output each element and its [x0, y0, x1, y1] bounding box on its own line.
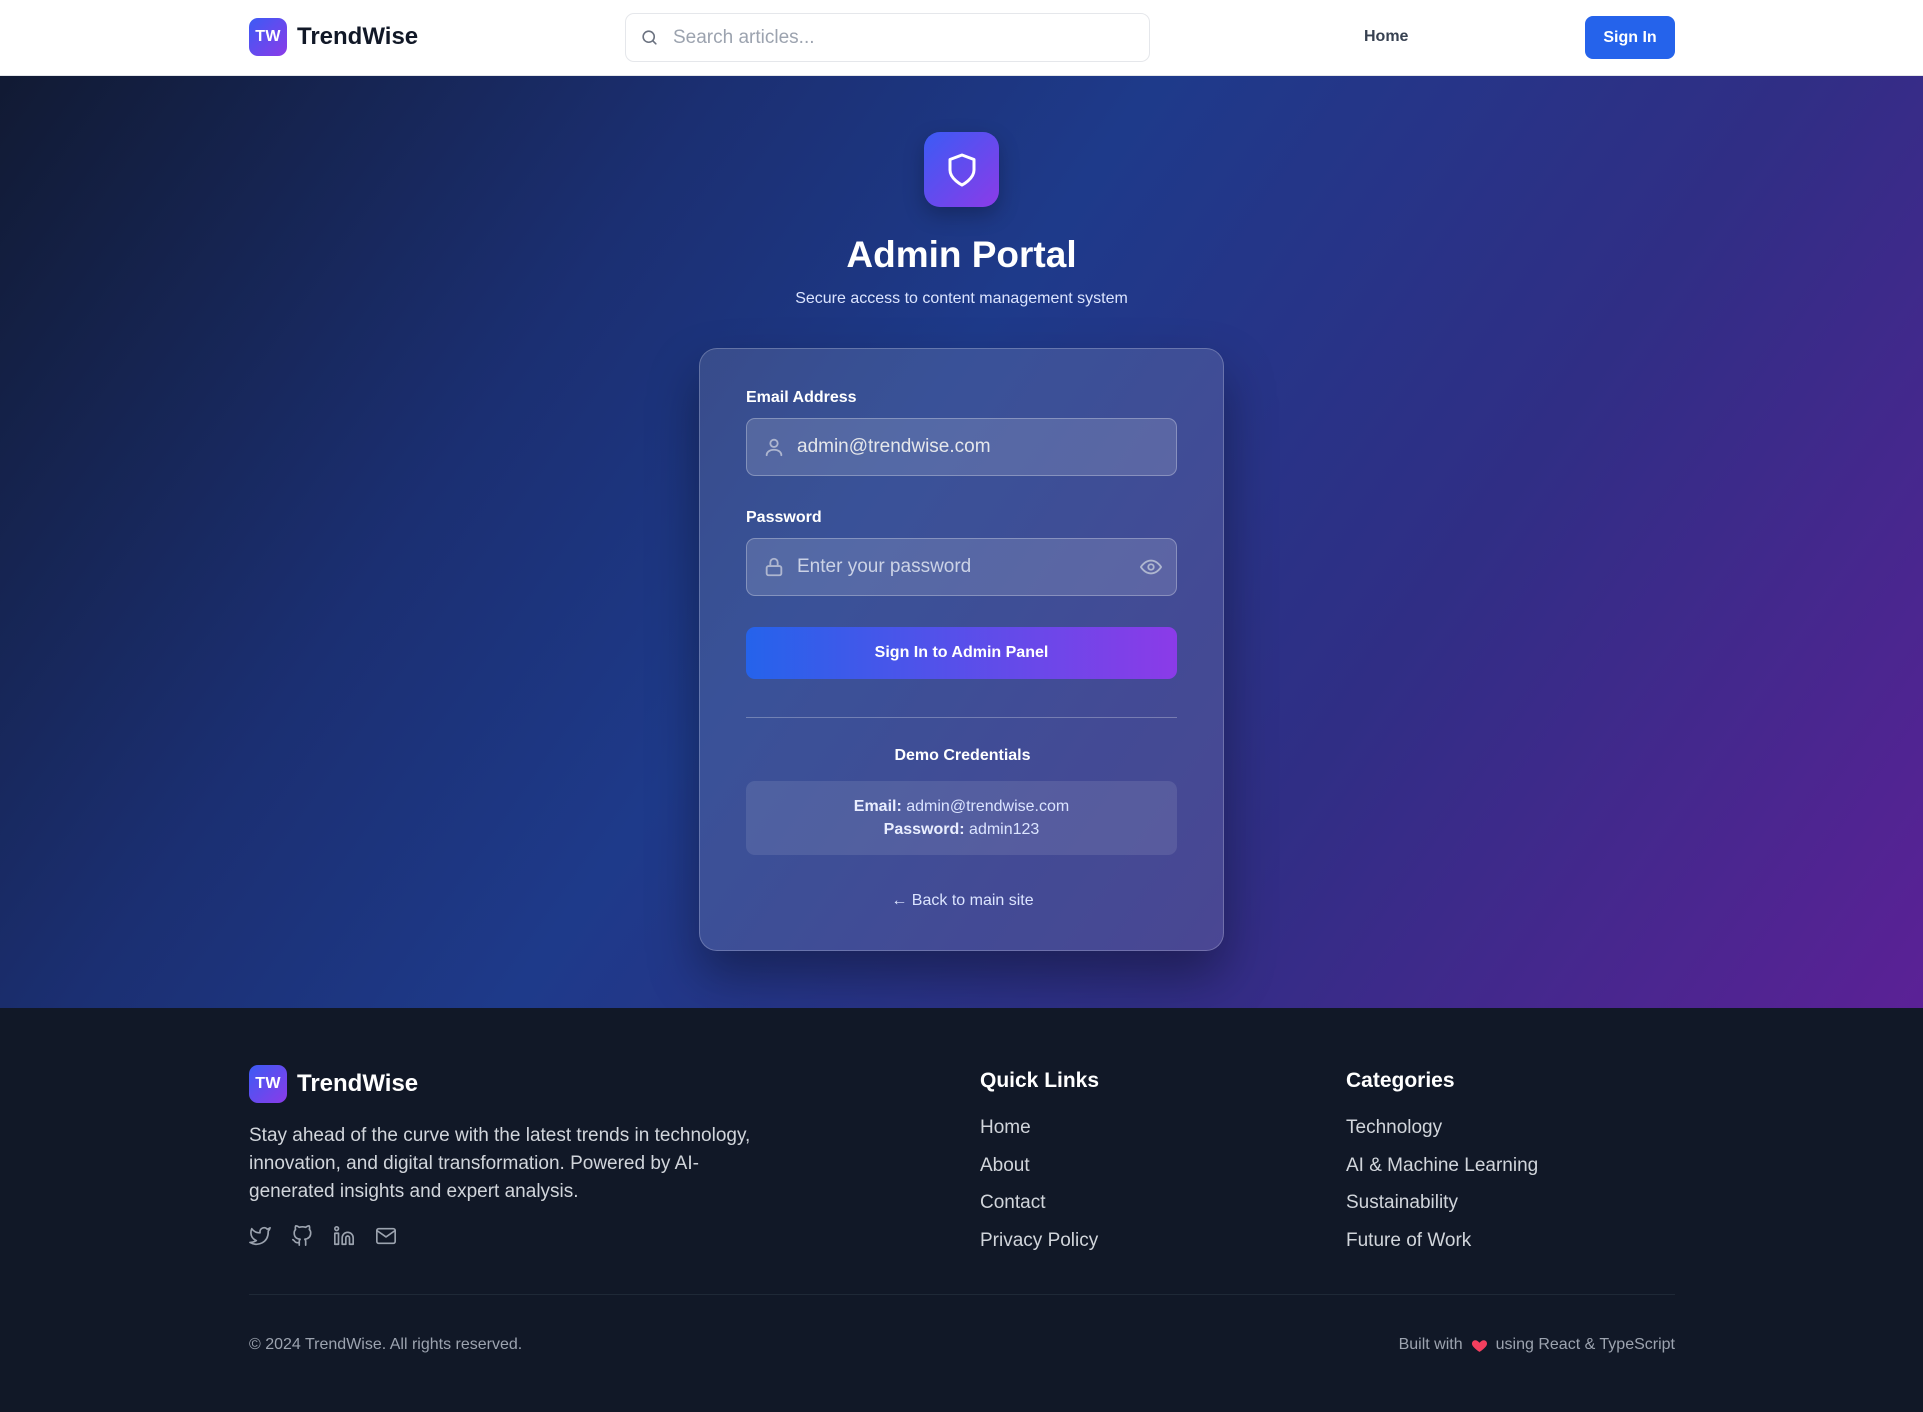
demo-email-value: admin@trendwise.com [906, 798, 1070, 815]
copyright-text: © 2024 TrendWise. All rights reserved. [249, 1336, 523, 1353]
category-link-sustainability[interactable]: Sustainability [1346, 1192, 1458, 1213]
social-links [249, 1225, 397, 1247]
eye-icon[interactable] [1140, 556, 1162, 578]
password-label: Password [746, 509, 822, 526]
footer: TW TrendWise Stay ahead of the curve wit… [0, 1008, 1923, 1412]
demo-password-label: Password: [883, 821, 965, 838]
logo-badge: TW [249, 18, 287, 56]
quick-links-title: Quick Links [980, 1069, 1100, 1092]
footer-divider [249, 1294, 1675, 1295]
heart-icon [1471, 1339, 1487, 1352]
footer-logo-badge: TW [249, 1065, 287, 1103]
shield-icon-badge [924, 132, 999, 207]
footer-description: Stay ahead of the curve with the latest … [249, 1125, 751, 1202]
quick-links-list: Home About Contact Privacy Policy [980, 1117, 1098, 1267]
footer-link-privacy-policy[interactable]: Privacy Policy [980, 1230, 1098, 1251]
twitter-icon[interactable] [249, 1225, 271, 1247]
demo-credentials-title: Demo Credentials [894, 747, 1031, 764]
category-link-future-of-work[interactable]: Future of Work [1346, 1230, 1471, 1251]
list-item: Contact [980, 1192, 1098, 1230]
categories-title: Categories [1346, 1069, 1455, 1092]
list-item: Privacy Policy [980, 1230, 1098, 1268]
password-input[interactable] [797, 556, 1127, 578]
admin-sign-in-button[interactable]: Sign In to Admin Panel [746, 627, 1177, 679]
search-input[interactable] [673, 26, 1133, 49]
email-input[interactable] [797, 436, 1127, 458]
built-with-text: Built with using React & TypeScript [1399, 1336, 1675, 1354]
page-subtitle: Secure access to content management syst… [795, 290, 1128, 307]
top-navbar: TW TrendWise Home Sign In [0, 0, 1923, 76]
list-item: Home [980, 1117, 1098, 1155]
list-item: Future of Work [1346, 1230, 1538, 1268]
divider [746, 717, 1177, 718]
footer-brand-logo[interactable]: TW TrendWise [249, 1065, 418, 1103]
linkedin-icon[interactable] [333, 1225, 355, 1247]
footer-link-about[interactable]: About [980, 1155, 1030, 1176]
built-prefix: Built with [1398, 1336, 1463, 1353]
github-icon[interactable] [291, 1225, 313, 1247]
email-label: Email Address [746, 389, 857, 406]
list-item: Sustainability [1346, 1192, 1538, 1230]
built-suffix: using React & TypeScript [1495, 1336, 1675, 1353]
logo-text: TrendWise [297, 23, 419, 50]
search-bar[interactable] [625, 13, 1150, 62]
demo-password-value: admin123 [969, 821, 1040, 838]
back-to-main-site-link[interactable]: ← Back to main site [700, 892, 1225, 910]
demo-credentials-box: Email: admin@trendwise.com Password: adm… [746, 781, 1177, 855]
category-link-ai-ml[interactable]: AI & Machine Learning [1346, 1155, 1538, 1176]
lock-icon [765, 557, 783, 577]
nav-link-home[interactable]: Home [1364, 28, 1408, 46]
page-title: Admin Portal [846, 234, 1077, 275]
password-field[interactable] [746, 538, 1177, 596]
list-item: AI & Machine Learning [1346, 1155, 1538, 1193]
login-card: Email Address Password Sign In to Admin … [699, 348, 1224, 951]
sign-in-button[interactable]: Sign In [1585, 16, 1675, 59]
categories-list: Technology AI & Machine Learning Sustain… [1346, 1117, 1538, 1267]
footer-link-contact[interactable]: Contact [980, 1192, 1045, 1213]
footer-logo-text: TrendWise [297, 1070, 419, 1097]
demo-email-label: Email: [853, 798, 902, 815]
user-icon [765, 438, 783, 457]
list-item: Technology [1346, 1117, 1538, 1155]
category-link-technology[interactable]: Technology [1346, 1117, 1442, 1138]
list-item: About [980, 1155, 1098, 1193]
email-field[interactable] [746, 418, 1177, 476]
admin-login-section: Admin Portal Secure access to content ma… [0, 76, 1923, 1008]
shield-icon [948, 153, 975, 186]
brand-logo[interactable]: TW TrendWise [249, 18, 418, 56]
footer-link-home[interactable]: Home [980, 1117, 1031, 1138]
mail-icon[interactable] [375, 1225, 397, 1247]
search-icon [642, 30, 657, 45]
